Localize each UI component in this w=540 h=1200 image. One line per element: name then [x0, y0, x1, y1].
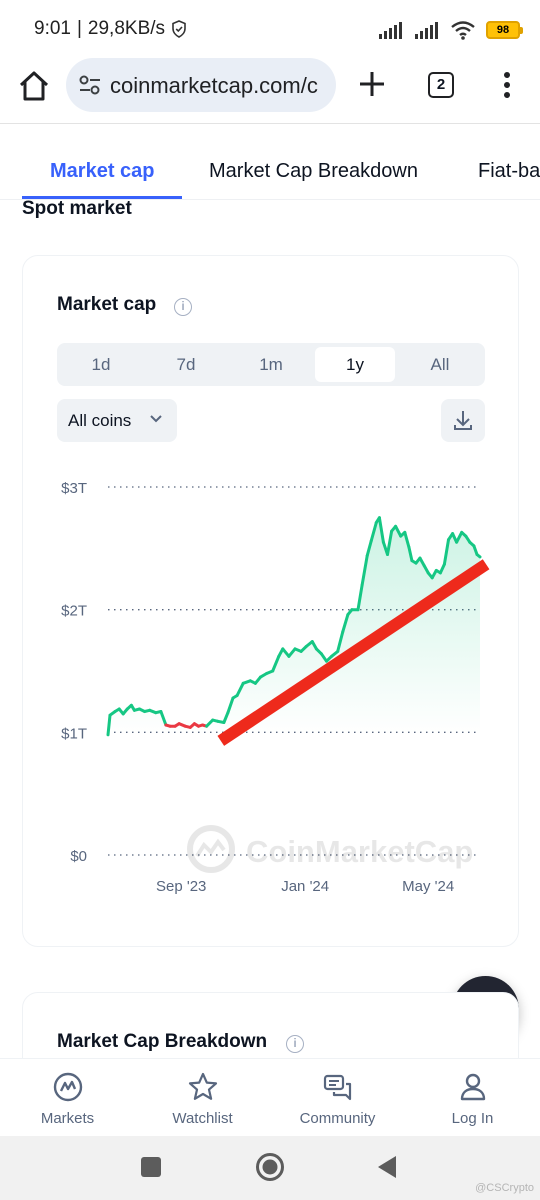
nav-login[interactable]: Log In — [405, 1059, 540, 1137]
y-tick-label: $3T — [61, 480, 87, 497]
area-fill — [108, 517, 480, 735]
markets-icon — [53, 1072, 83, 1102]
y-tick-label: $2T — [61, 603, 87, 620]
nav-label-login: Log In — [451, 1110, 494, 1127]
y-tick-label: $1T — [61, 725, 87, 742]
bottom-nav: Markets Watchlist Community Log In — [0, 1058, 540, 1136]
nav-label-community: Community — [299, 1110, 376, 1127]
x-tick-label: Jan '24 — [281, 878, 329, 895]
recents-icon[interactable] — [140, 1156, 162, 1178]
series-segment — [475, 553, 482, 559]
info-icon-breakdown[interactable]: i — [286, 1035, 304, 1053]
y-tick-label: $0 — [70, 848, 87, 865]
market-cap-chart: CoinMarketCap $0 $1T $2T $3T Sep '23 Jan '24… — [61, 480, 490, 895]
home-circle-icon[interactable] — [255, 1152, 285, 1182]
back-icon[interactable] — [376, 1155, 398, 1179]
nav-markets[interactable]: Markets — [0, 1059, 135, 1137]
card2-title: Market Cap Breakdown — [57, 1031, 268, 1052]
user-icon — [460, 1073, 486, 1101]
x-axis-labels: Sep '23 Jan '24 May '24 — [156, 878, 454, 895]
chat-icon — [323, 1074, 352, 1101]
chart-watermark: CoinMarketCap — [187, 825, 473, 873]
x-tick-label: May '24 — [402, 878, 454, 895]
nav-label-watchlist: Watchlist — [172, 1110, 233, 1127]
image-credit: @CSCrypto — [475, 1182, 534, 1194]
nav-watchlist[interactable]: Watchlist — [135, 1059, 270, 1137]
watermark-text: CoinMarketCap — [246, 834, 473, 869]
nav-label-markets: Markets — [40, 1110, 95, 1127]
series-segment — [106, 713, 112, 737]
x-tick-label: Sep '23 — [156, 878, 206, 895]
star-icon — [188, 1072, 218, 1100]
system-nav-bar — [0, 1136, 540, 1200]
y-axis-labels: $0 $1T $2T $3T — [61, 480, 87, 865]
nav-community[interactable]: Community — [270, 1059, 405, 1137]
